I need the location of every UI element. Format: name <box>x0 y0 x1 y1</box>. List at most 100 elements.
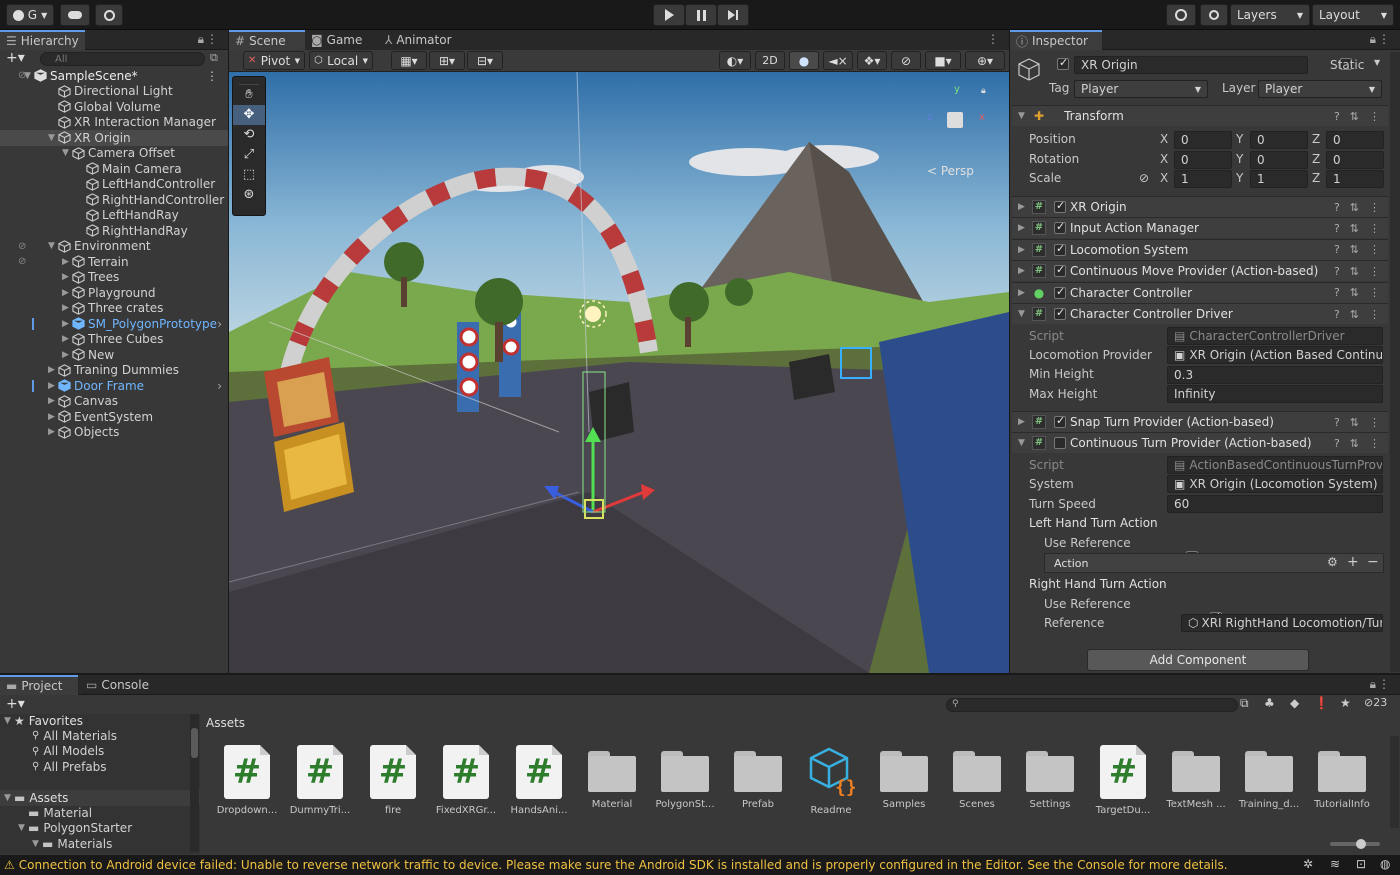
component-enabled-checkbox[interactable] <box>1054 306 1066 320</box>
tab-game[interactable]: ◙ Game <box>305 30 368 50</box>
orientation-gizmo[interactable]: y x z <box>919 84 989 164</box>
chevron-down-icon[interactable]: ▼ <box>48 133 58 143</box>
shading-mode-button[interactable]: ◐▾ <box>719 51 751 70</box>
gizmos-button[interactable]: ⊕▾ <box>965 51 1005 70</box>
help-icon[interactable]: ? <box>1334 243 1340 256</box>
lighting-toggle[interactable]: ● <box>789 51 819 70</box>
chevron-right-icon[interactable]: ▶ <box>48 427 58 437</box>
asset-item[interactable]: Scenes <box>942 745 1012 810</box>
asset-item[interactable]: TutorialInfo <box>1307 745 1377 810</box>
filter-type-icon[interactable]: ♣ <box>1264 696 1275 710</box>
chevron-right-icon[interactable]: ▶ <box>1018 288 1028 298</box>
add-icon[interactable]: +▾ <box>6 50 25 66</box>
progress-icon[interactable]: ≋ <box>1330 857 1340 871</box>
layout-dropdown[interactable]: Layout ▼ <box>1312 4 1394 26</box>
star-icon[interactable]: ★ <box>1340 696 1351 710</box>
tab-animator[interactable]: ⅄ Animator <box>379 30 458 50</box>
hidden-objects-toggle[interactable]: ⊘ <box>891 51 921 70</box>
chevron-down-icon[interactable]: ▼ <box>1018 111 1028 121</box>
transform-tool-icon[interactable]: ⊛ <box>233 185 265 205</box>
component-header[interactable]: ▶ # Continuous Move Provider (Action-based… <box>1012 260 1388 282</box>
visibility-icon[interactable]: ⊘ <box>18 241 26 252</box>
cloud-button[interactable] <box>60 4 90 26</box>
chevron-right-icon[interactable]: ▶ <box>62 319 72 329</box>
component-enabled-checkbox[interactable] <box>1054 220 1066 235</box>
hierarchy-item[interactable]: ▼ SampleScene* ⋮ ⊘ <box>0 68 228 84</box>
hierarchy-item[interactable]: ▶ Terrain ⊘ <box>0 254 228 270</box>
chevron-right-icon[interactable]: ▶ <box>62 334 72 344</box>
hierarchy-item[interactable]: Directional Light <box>0 84 228 100</box>
more-options-icon[interactable]: ⋮ <box>1369 308 1380 321</box>
layer-dropdown[interactable]: Player ▼ <box>1258 80 1382 98</box>
snap-increment-button[interactable]: ⊞▾ <box>429 51 465 70</box>
component-enabled-checkbox[interactable] <box>1054 263 1066 278</box>
asset-item[interactable]: Material <box>577 745 647 810</box>
hand-tool-icon[interactable]: ✋︎ <box>233 85 265 105</box>
asset-item[interactable]: PolygonSt... <box>650 745 720 810</box>
chevron-down-icon[interactable]: ▼ <box>62 148 72 158</box>
chevron-right-icon[interactable]: ▶ <box>1018 245 1028 255</box>
asset-item[interactable]: Samples <box>869 745 939 810</box>
axis-z-label[interactable]: Z <box>1312 132 1320 146</box>
play-button[interactable] <box>653 4 685 26</box>
asset-folder-item[interactable]: ▼ ▬ PolygonStarter <box>0 821 200 837</box>
min-height-field[interactable]: 0.3 <box>1167 366 1383 384</box>
lock-icon[interactable]: 🔒︎ <box>1370 677 1376 692</box>
transform-header[interactable]: ▼ ✚ Transform ? ⇅ ⋮ <box>1012 105 1388 126</box>
project-search-input[interactable]: ⚲ <box>946 698 1238 712</box>
transform-position-x-field[interactable]: 0 <box>1174 131 1232 149</box>
component-enabled-checkbox[interactable] <box>1054 199 1066 213</box>
asset-item[interactable]: Training_d... <box>1234 745 1304 810</box>
open-prefab-icon[interactable]: › <box>217 379 222 393</box>
help-icon[interactable]: ? <box>1334 308 1340 321</box>
axis-z-label[interactable]: Z <box>1312 171 1320 185</box>
chevron-down-icon[interactable]: ▼ <box>18 823 28 833</box>
help-icon[interactable]: ? <box>1334 416 1340 429</box>
chevron-right-icon[interactable]: ▶ <box>62 288 72 298</box>
hierarchy-item[interactable]: LeftHandRay <box>0 208 228 224</box>
transform-rotation-y-field[interactable]: 0 <box>1250 150 1308 169</box>
debug-icon[interactable]: ✲ <box>1303 857 1313 871</box>
asset-folder-item[interactable]: ▬ Material <box>0 805 200 821</box>
palette-handle[interactable] <box>239 77 259 85</box>
camera-settings-button[interactable]: ■▾ <box>925 51 961 70</box>
asset-grid-scrollbar[interactable] <box>1390 736 1399 828</box>
chevron-right-icon[interactable]: ▶ <box>62 272 72 282</box>
tab-scene[interactable]: # Scene <box>229 30 305 50</box>
component-enabled-checkbox[interactable] <box>1054 285 1066 299</box>
chevron-right-icon[interactable]: ▶ <box>62 257 72 267</box>
grid-snap-button[interactable]: ▦▾ <box>391 51 427 70</box>
help-icon[interactable]: ? <box>1334 286 1340 299</box>
gear-icon[interactable]: ⚙ <box>1327 555 1338 569</box>
assets-folder[interactable]: ▼ ▬ Assets <box>0 790 200 806</box>
axis-y-label[interactable]: Y <box>1236 132 1243 146</box>
more-options-icon[interactable]: ⋮ <box>1369 110 1380 123</box>
lighting-build-icon[interactable]: ◍ <box>1380 857 1390 871</box>
hierarchy-item[interactable]: ▶ Canvas <box>0 394 228 410</box>
hierarchy-item[interactable]: ▶ SM_PolygonPrototype › <box>0 316 228 332</box>
favorite-item[interactable]: ⚲ All Prefabs <box>0 759 200 775</box>
axis-x-label[interactable]: X <box>1160 132 1168 146</box>
tag-dropdown[interactable]: Player ▼ <box>1074 80 1208 98</box>
favorite-item[interactable]: ⚲ All Materials <box>0 728 200 744</box>
system-field[interactable]: ▣ XR Origin (Locomotion System) <box>1167 475 1383 493</box>
transform-scale-z-field[interactable]: 1 <box>1326 170 1384 188</box>
more-options-icon[interactable]: ⋮ <box>1378 677 1390 691</box>
scale-tool-icon[interactable]: ⤢ <box>233 145 265 165</box>
chevron-right-icon[interactable]: ▶ <box>1018 202 1028 212</box>
favorites-folder[interactable]: ▼ ★ Favorites <box>0 713 200 729</box>
chevron-right-icon[interactable]: ▶ <box>48 412 58 422</box>
component-enabled-checkbox[interactable] <box>1054 414 1066 428</box>
local-dropdown[interactable]: ⬡ Local ▼ <box>309 51 373 70</box>
search-by-type-icon[interactable]: ⧉ <box>1240 696 1249 711</box>
presets-icon[interactable]: ⇅ <box>1350 201 1359 214</box>
axis-x-label[interactable]: X <box>1160 152 1168 166</box>
more-options-icon[interactable]: ⋮ <box>1369 265 1380 278</box>
hierarchy-item[interactable]: ▼ Environment ⊘ <box>0 239 228 255</box>
help-icon[interactable]: ? <box>1334 265 1340 278</box>
visibility-icon[interactable]: ⊘ <box>18 70 26 81</box>
effects-toggle[interactable]: ❖▾ <box>857 51 887 70</box>
collab-button[interactable] <box>95 4 123 26</box>
favorite-item[interactable]: ⚲ All Models <box>0 744 200 760</box>
axis-y-label[interactable]: Y <box>1236 152 1243 166</box>
